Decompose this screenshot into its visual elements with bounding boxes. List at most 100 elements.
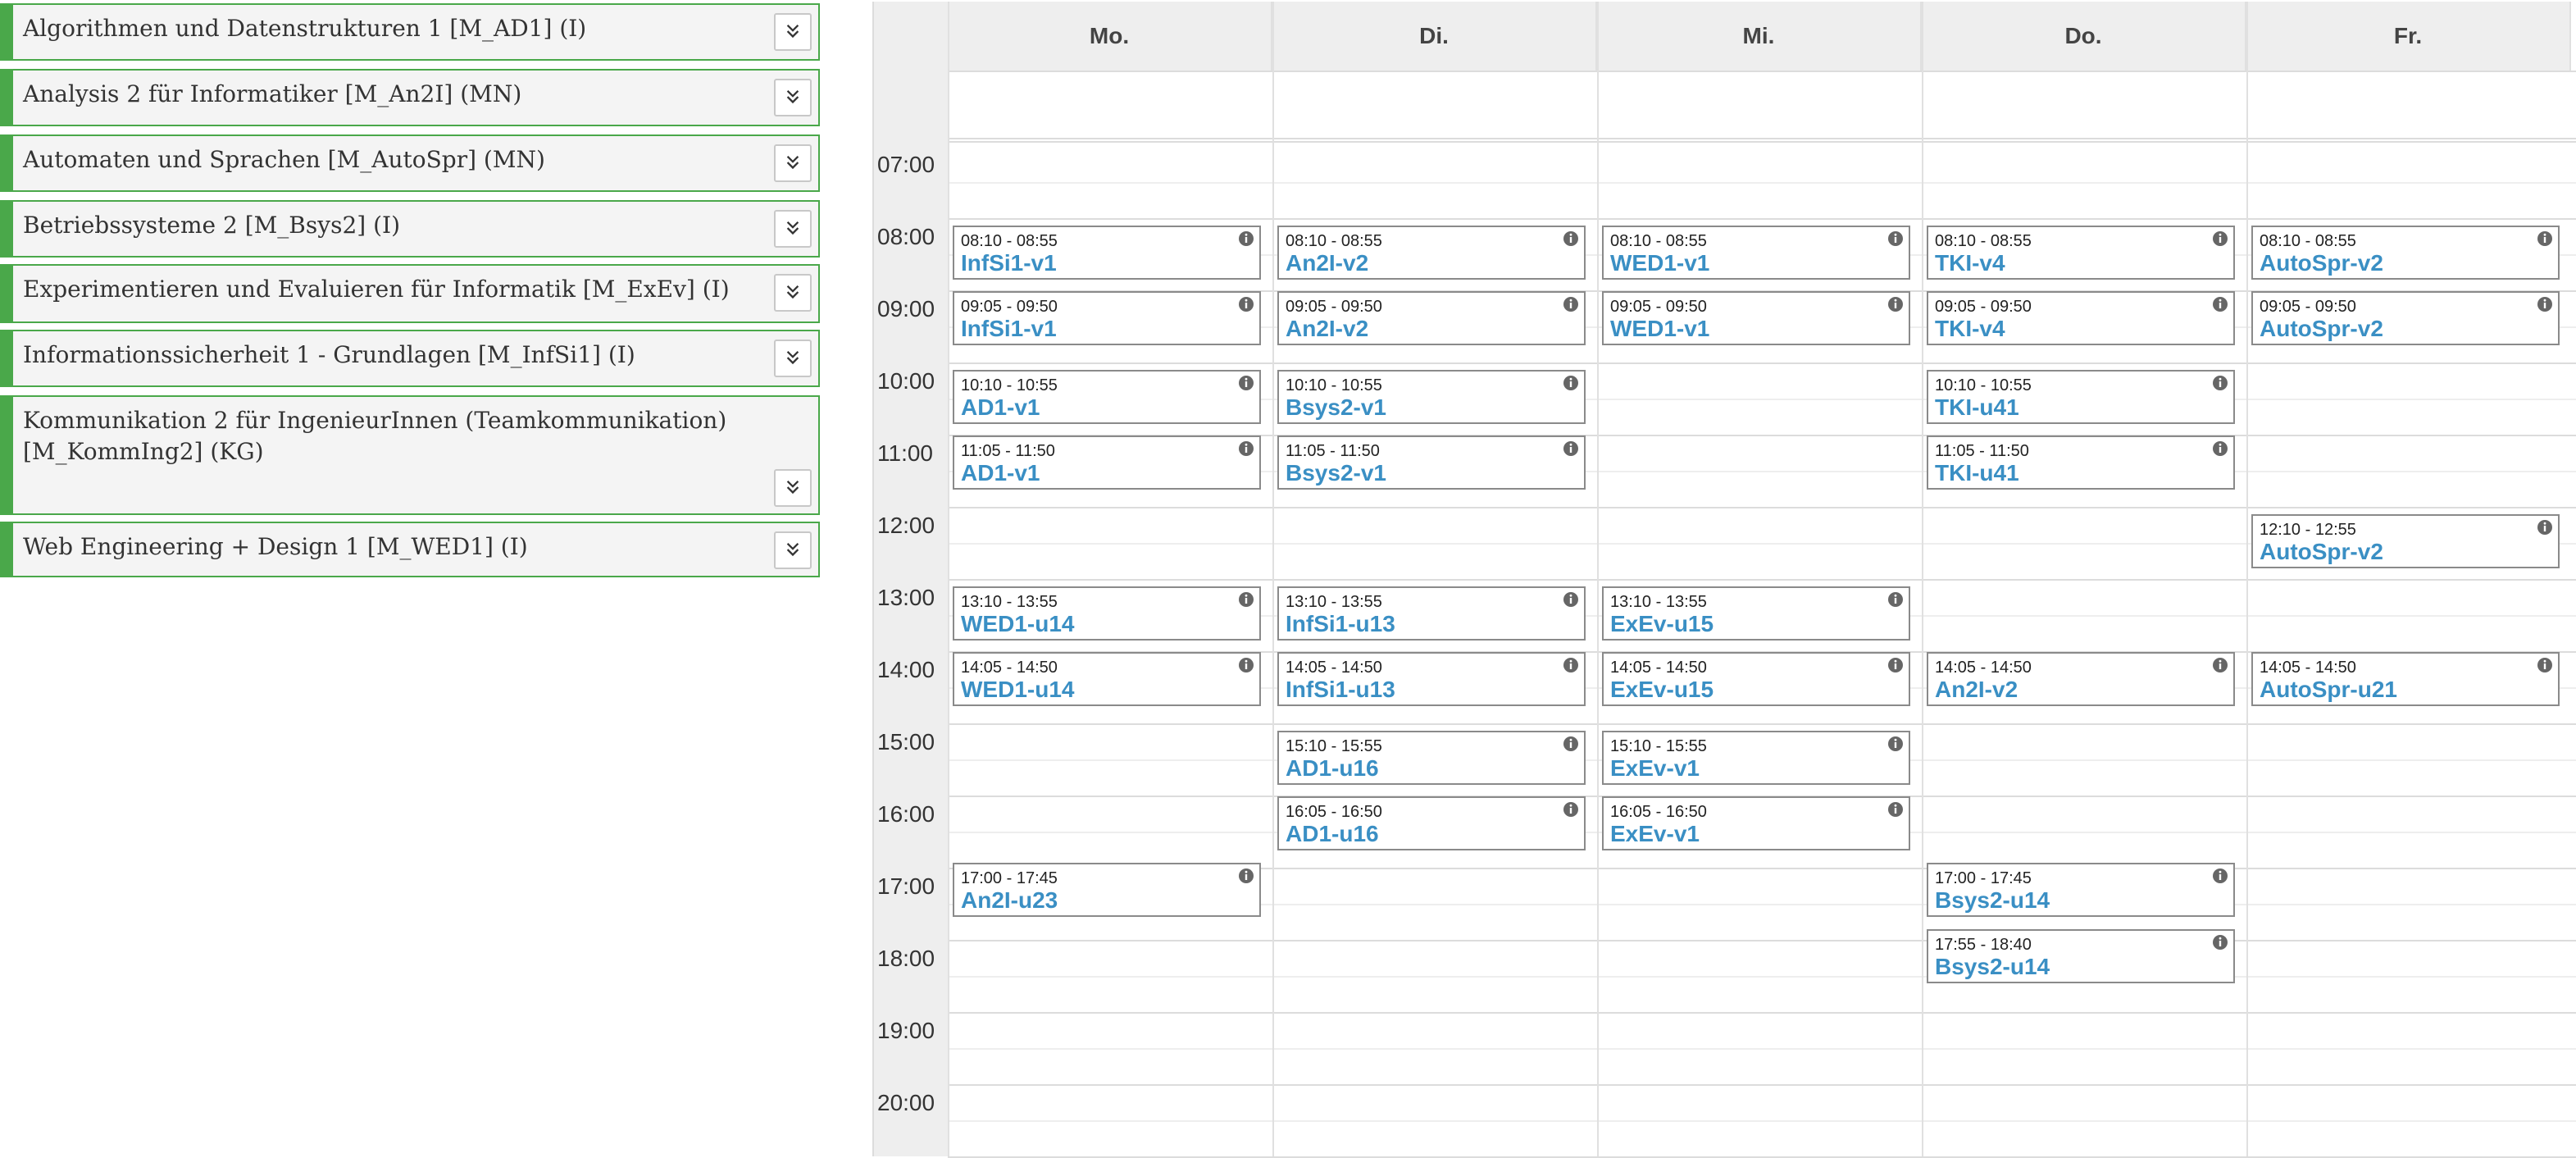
course-item[interactable]: Web Engineering + Design 1 [M_WED1] (I) [0, 522, 820, 577]
calendar-event[interactable]: 10:10 - 10:55 Bsys2-v1 [1277, 369, 1586, 424]
course-item[interactable]: Informationssicherheit 1 - Grundlagen [M… [0, 330, 820, 387]
calendar-event[interactable]: 09:05 - 09:50 TKI-v4 [1927, 291, 2235, 346]
calendar-event[interactable]: 15:10 - 15:55 AD1-u16 [1277, 730, 1586, 785]
event-name[interactable]: Bsys2-v1 [1286, 394, 1386, 421]
event-name[interactable]: AutoSpr-v2 [2260, 250, 2383, 276]
event-name[interactable]: ExEv-v1 [1610, 821, 1700, 847]
calendar-event[interactable]: 17:00 - 17:45 An2I-u23 [953, 863, 1261, 917]
event-name[interactable]: An2I-v2 [1286, 316, 1368, 342]
calendar-event[interactable]: 10:10 - 10:55 TKI-u41 [1927, 369, 2235, 424]
info-icon[interactable] [1563, 440, 1579, 457]
event-name[interactable]: TKI-v4 [1935, 316, 2005, 342]
info-icon[interactable] [2212, 440, 2228, 457]
calendar-event[interactable]: 15:10 - 15:55 ExEv-v1 [1602, 730, 1910, 785]
event-name[interactable]: WED1-u14 [961, 611, 1074, 637]
expand-button[interactable] [774, 210, 812, 248]
info-icon[interactable] [1563, 296, 1579, 312]
info-icon[interactable] [1238, 375, 1254, 391]
event-name[interactable]: WED1-v1 [1610, 316, 1709, 342]
event-name[interactable]: Bsys2-u14 [1935, 887, 2050, 914]
info-icon[interactable] [1887, 657, 1904, 673]
event-name[interactable]: TKI-u41 [1935, 394, 2019, 421]
course-item[interactable]: Analysis 2 für Informatiker [M_An2I] (MN… [0, 69, 820, 126]
event-name[interactable]: AD1-v1 [961, 460, 1040, 486]
info-icon[interactable] [2212, 230, 2228, 247]
info-icon[interactable] [2537, 657, 2553, 673]
calendar-event[interactable]: 09:05 - 09:50 InfSi1-v1 [953, 291, 1261, 346]
calendar-event[interactable]: 13:10 - 13:55 ExEv-u15 [1602, 586, 1910, 641]
event-name[interactable]: Bsys2-v1 [1286, 460, 1386, 486]
calendar-event[interactable]: 08:10 - 08:55 TKI-v4 [1927, 225, 2235, 280]
info-icon[interactable] [1238, 657, 1254, 673]
event-name[interactable]: Bsys2-u14 [1935, 954, 2050, 980]
calendar-event[interactable]: 16:05 - 16:50 ExEv-v1 [1602, 796, 1910, 851]
calendar-event[interactable]: 08:10 - 08:55 An2I-v2 [1277, 225, 1586, 280]
calendar-event[interactable]: 09:05 - 09:50 WED1-v1 [1602, 291, 1910, 346]
info-icon[interactable] [2212, 296, 2228, 312]
expand-button[interactable] [774, 469, 812, 507]
event-name[interactable]: An2I-u23 [961, 887, 1058, 914]
info-icon[interactable] [1563, 736, 1579, 752]
info-icon[interactable] [1887, 230, 1904, 247]
info-icon[interactable] [2212, 657, 2228, 673]
event-name[interactable]: TKI-u41 [1935, 460, 2019, 486]
event-name[interactable]: TKI-v4 [1935, 250, 2005, 276]
calendar-event[interactable]: 13:10 - 13:55 WED1-u14 [953, 586, 1261, 641]
expand-button[interactable] [774, 531, 812, 569]
info-icon[interactable] [2212, 375, 2228, 391]
info-icon[interactable] [1563, 591, 1579, 608]
info-icon[interactable] [1238, 230, 1254, 247]
info-icon[interactable] [1887, 801, 1904, 818]
info-icon[interactable] [2537, 230, 2553, 247]
event-name[interactable]: AutoSpr-v2 [2260, 316, 2383, 342]
event-name[interactable]: ExEv-u15 [1610, 611, 1714, 637]
info-icon[interactable] [2212, 934, 2228, 951]
course-item[interactable]: Automaten und Sprachen [M_AutoSpr] (MN) [0, 134, 820, 192]
event-name[interactable]: InfSi1-v1 [961, 316, 1057, 342]
info-icon[interactable] [1238, 440, 1254, 457]
event-name[interactable]: WED1-u14 [961, 677, 1074, 703]
info-icon[interactable] [1887, 591, 1904, 608]
info-icon[interactable] [1563, 801, 1579, 818]
event-name[interactable]: InfSi1-v1 [961, 250, 1057, 276]
event-name[interactable]: AD1-u16 [1286, 755, 1379, 782]
expand-button[interactable] [774, 79, 812, 116]
event-name[interactable]: WED1-v1 [1610, 250, 1709, 276]
calendar-event[interactable]: 08:10 - 08:55 WED1-v1 [1602, 225, 1910, 280]
event-name[interactable]: AD1-v1 [961, 394, 1040, 421]
event-name[interactable]: ExEv-u15 [1610, 677, 1714, 703]
course-item[interactable]: Betriebssysteme 2 [M_Bsys2] (I) [0, 200, 820, 258]
info-icon[interactable] [1563, 375, 1579, 391]
info-icon[interactable] [1887, 296, 1904, 312]
calendar-event[interactable]: 12:10 - 12:55 AutoSpr-v2 [2251, 513, 2560, 568]
course-item[interactable]: Kommunikation 2 für IngenieurInnen (Team… [0, 395, 820, 515]
expand-button[interactable] [774, 13, 812, 51]
expand-button[interactable] [774, 274, 812, 312]
info-icon[interactable] [1238, 868, 1254, 884]
info-icon[interactable] [2537, 519, 2553, 536]
calendar-event[interactable]: 11:05 - 11:50 AD1-v1 [953, 435, 1261, 490]
calendar-event[interactable]: 09:05 - 09:50 An2I-v2 [1277, 291, 1586, 346]
expand-button[interactable] [774, 144, 812, 182]
calendar-event[interactable]: 14:05 - 14:50 ExEv-u15 [1602, 652, 1910, 707]
event-name[interactable]: ExEv-v1 [1610, 755, 1700, 782]
calendar-event[interactable]: 14:05 - 14:50 InfSi1-u13 [1277, 652, 1586, 707]
event-name[interactable]: AD1-u16 [1286, 821, 1379, 847]
calendar-event[interactable]: 14:05 - 14:50 An2I-v2 [1927, 652, 2235, 707]
info-icon[interactable] [1563, 230, 1579, 247]
expand-button[interactable] [774, 340, 812, 377]
course-item[interactable]: Algorithmen und Datenstrukturen 1 [M_AD1… [0, 3, 820, 61]
event-name[interactable]: InfSi1-u13 [1286, 677, 1395, 703]
calendar-event[interactable]: 11:05 - 11:50 TKI-u41 [1927, 435, 2235, 490]
calendar-event[interactable]: 14:05 - 14:50 WED1-u14 [953, 652, 1261, 707]
info-icon[interactable] [2212, 868, 2228, 884]
calendar-event[interactable]: 17:55 - 18:40 Bsys2-u14 [1927, 928, 2235, 983]
calendar-event[interactable]: 16:05 - 16:50 AD1-u16 [1277, 796, 1586, 851]
info-icon[interactable] [1238, 296, 1254, 312]
event-name[interactable]: AutoSpr-v2 [2260, 539, 2383, 565]
calendar-event[interactable]: 08:10 - 08:55 AutoSpr-v2 [2251, 225, 2560, 280]
calendar-event[interactable]: 14:05 - 14:50 AutoSpr-u21 [2251, 652, 2560, 707]
info-icon[interactable] [2537, 296, 2553, 312]
calendar-event[interactable]: 08:10 - 08:55 InfSi1-v1 [953, 225, 1261, 280]
event-name[interactable]: AutoSpr-u21 [2260, 677, 2397, 703]
